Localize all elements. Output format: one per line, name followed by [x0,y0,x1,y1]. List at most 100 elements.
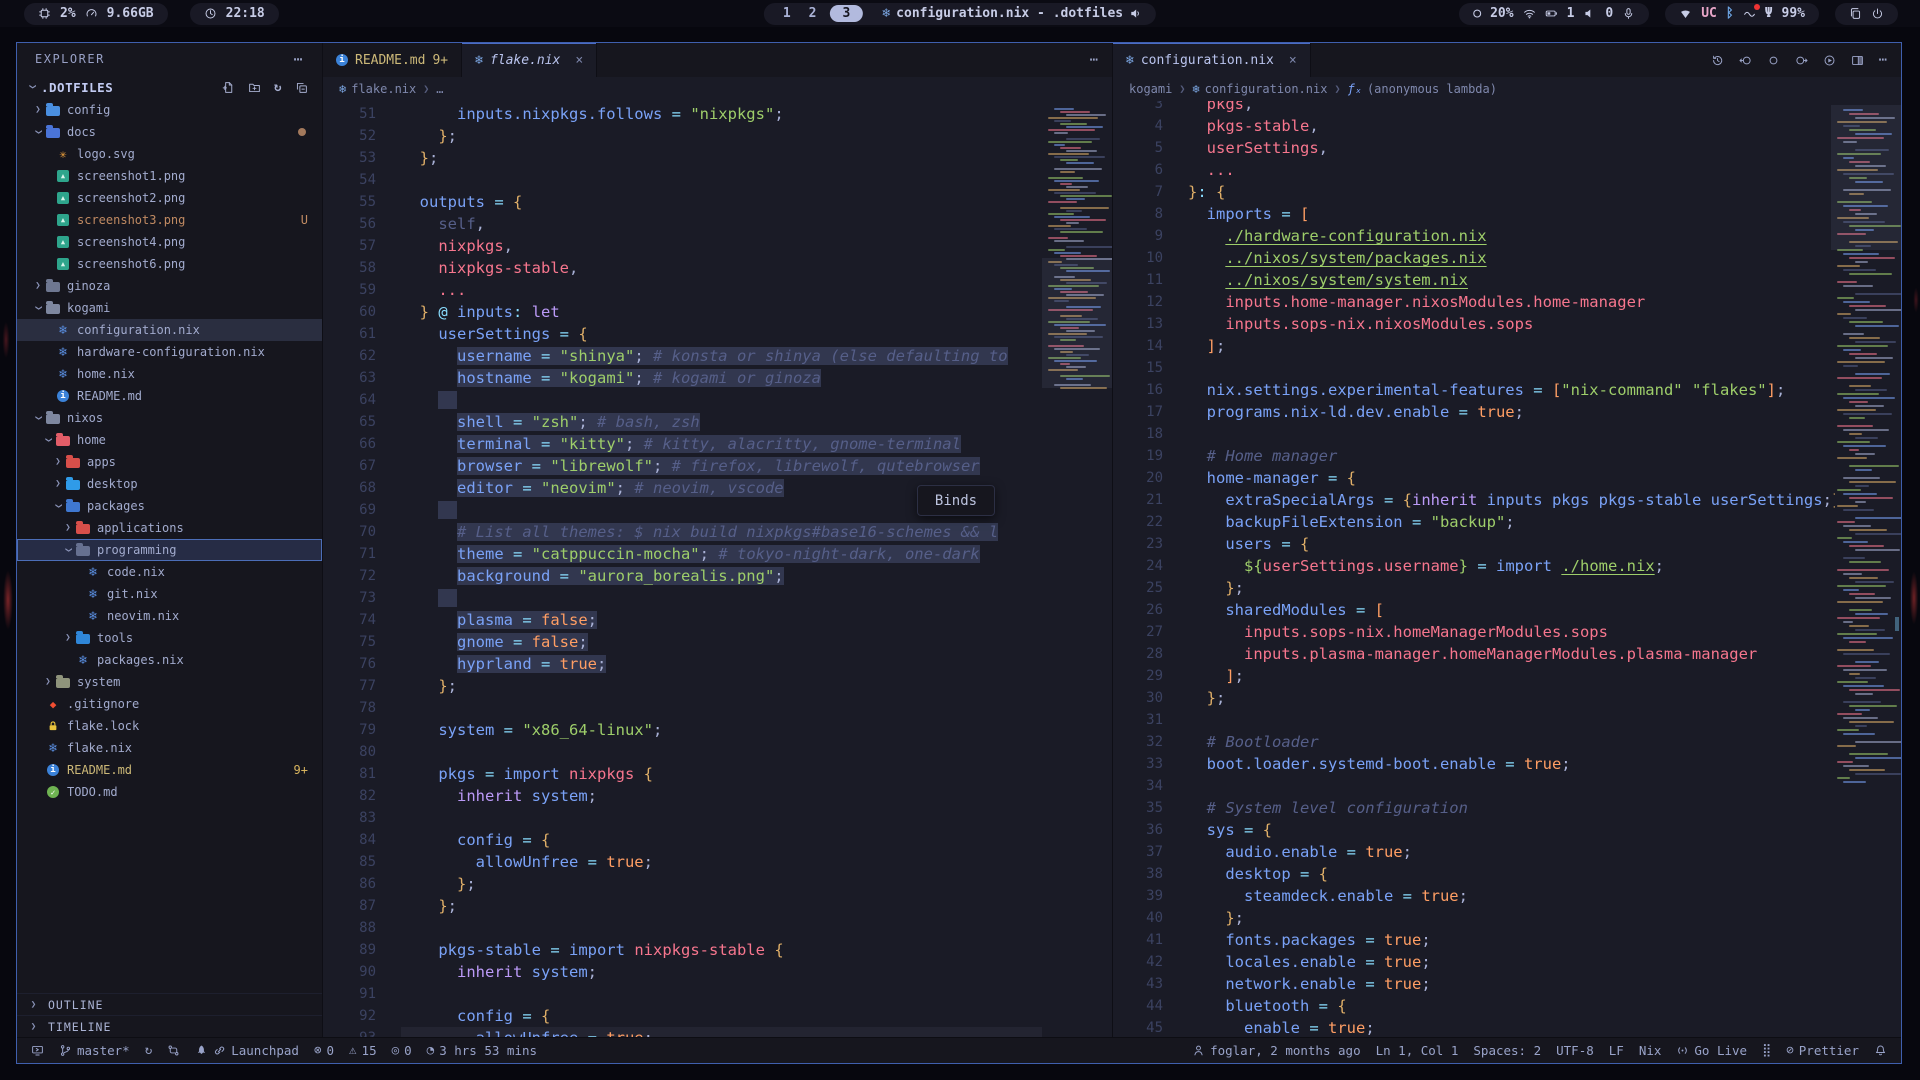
code-line-63[interactable]: hostname = "kogami"; # kogami or ginoza [401,367,1042,389]
status-ln-1[interactable]: Ln 1, Col 1 [1376,1043,1459,1058]
tree-item-ginoza[interactable]: ❯ginoza [17,275,322,297]
status-15[interactable]: ⚠15 [349,1043,377,1058]
speaker-icon[interactable] [1583,7,1596,20]
volume-icon[interactable] [1129,7,1142,20]
code-line-35[interactable]: # System level configuration [1188,797,1835,819]
tab-flake.nix[interactable]: ❄flake.nix× [462,43,597,77]
code-line-81[interactable]: pkgs = import nixpkgs { [401,763,1042,785]
minimap-slider[interactable] [1831,105,1901,250]
history-icon[interactable] [1711,54,1724,67]
code-line-77[interactable]: }; [401,675,1042,697]
code-line-65[interactable]: shell = "zsh"; # bash, zsh [401,411,1042,433]
code-line-6[interactable]: ... [1188,159,1835,181]
code-line-67[interactable]: browser = "librewolf"; # firefox, librew… [401,455,1042,477]
more-icon[interactable]: ⋯ [1090,53,1098,67]
close-icon[interactable]: × [1289,53,1297,68]
code-line-92[interactable]: config = { [401,1005,1042,1027]
code-line-83[interactable] [401,807,1042,829]
nav-back-icon[interactable] [1739,54,1752,67]
code-line-13[interactable]: inputs.sops-nix.nixosModules.sops [1188,313,1835,335]
code-line-60[interactable]: } @ inputs: let [401,301,1042,323]
code-line-40[interactable]: }; [1188,907,1835,929]
code-line-4[interactable]: pkgs-stable, [1188,115,1835,137]
breadcrumb-item[interactable]: … [436,82,443,96]
code-line-38[interactable]: desktop = { [1188,863,1835,885]
code-line-93[interactable]: allowUnfree = true; [401,1027,1042,1037]
tree-item-screenshot1.png[interactable]: ▲screenshot1.png [17,165,322,187]
tree-item-configuration.nix[interactable]: ❄configuration.nix [17,319,322,341]
tree-item-nixos[interactable]: ❯nixos [17,407,322,429]
new-folder-icon[interactable] [248,81,261,94]
code-line-34[interactable] [1188,775,1835,797]
tree-item-home.nix[interactable]: ❄home.nix [17,363,322,385]
panel-outline[interactable]: ❯OUTLINE [17,993,322,1015]
wifi-filled-icon[interactable] [1679,7,1692,20]
tree-item-packages.nix[interactable]: ❄packages.nix [17,649,322,671]
status-lf[interactable]: LF [1609,1043,1624,1058]
code-line-9[interactable]: ./hardware-configuration.nix [1188,225,1835,247]
code-line-59[interactable]: ... [401,279,1042,301]
split-editor-icon[interactable] [1851,54,1864,67]
code-line-14[interactable]: ]; [1188,335,1835,357]
code-line-28[interactable]: inputs.plasma-manager.homeManagerModules… [1188,643,1835,665]
code-line-30[interactable]: }; [1188,687,1835,709]
code-line-12[interactable]: inputs.home-manager.nixosModules.home-ma… [1188,291,1835,313]
close-icon[interactable]: × [575,53,583,68]
nav-forward-icon[interactable] [1795,54,1808,67]
tree-item-git.nix[interactable]: ❄git.nix [17,583,322,605]
code-line-43[interactable]: network.enable = true; [1188,973,1835,995]
code-lines[interactable]: pkgs, pkgs-stable, userSettings, ...}: {… [1188,101,1835,1037]
code-line-51[interactable]: inputs.nixpkgs.follows = "nixpkgs"; [401,103,1042,125]
tree-item-desktop[interactable]: ❯desktop [17,473,322,495]
code-line-39[interactable]: steamdeck.enable = true; [1188,885,1835,907]
microphone-icon[interactable] [1622,7,1635,20]
code-line-20[interactable]: home-manager = { [1188,467,1835,489]
tree-item-packages[interactable]: ❯packages [17,495,322,517]
workspace-2[interactable]: 2 [804,6,822,21]
code-line-37[interactable]: audio.enable = true; [1188,841,1835,863]
code-lines[interactable]: inputs.nixpkgs.follows = "nixpkgs"; }; }… [401,103,1042,1037]
tree-item-apps[interactable]: ❯apps [17,451,322,473]
status-remote[interactable] [31,1044,44,1057]
code-line-86[interactable]: }; [401,873,1042,895]
status-bell[interactable] [1874,1044,1887,1057]
workspace-1[interactable]: 1 [778,6,796,21]
status-grid[interactable]: ⣿ [1762,1044,1771,1057]
bluetooth-icon[interactable]: ᛒ [1726,7,1734,20]
code-line-68[interactable]: editor = "neovim"; # neovim, vscode [401,477,1042,499]
code-line-42[interactable]: locales.enable = true; [1188,951,1835,973]
status-foglar[interactable]: foglar, 2 months ago [1192,1043,1361,1058]
code-line-15[interactable] [1188,357,1835,379]
status-prettier[interactable]: ⊘Prettier [1786,1043,1859,1058]
workspace-3[interactable]: 3 [830,5,864,22]
code-line-45[interactable]: enable = true; [1188,1017,1835,1037]
code-line-41[interactable]: fonts.packages = true; [1188,929,1835,951]
code-line-5[interactable]: userSettings, [1188,137,1835,159]
tab-readme.md[interactable]: iREADME.md9+ [323,43,462,77]
wifi-icon[interactable] [1523,7,1536,20]
tree-item-screenshot2.png[interactable]: ▲screenshot2.png [17,187,322,209]
tree-item-screenshot3.png[interactable]: ▲screenshot3.pngU [17,209,322,231]
code-line-32[interactable]: # Bootloader [1188,731,1835,753]
tree-item-todo.md[interactable]: ✓TODO.md [17,781,322,803]
code-line-52[interactable]: }; [401,125,1042,147]
code-line-8[interactable]: imports = [ [1188,203,1835,225]
tree-item-screenshot4.png[interactable]: ▲screenshot4.png [17,231,322,253]
code-line-31[interactable] [1188,709,1835,731]
code-line-19[interactable]: # Home manager [1188,445,1835,467]
status-utf-8[interactable]: UTF-8 [1556,1043,1594,1058]
new-file-icon[interactable] [222,81,235,94]
code-line-18[interactable] [1188,423,1835,445]
code-line-71[interactable]: theme = "catppuccin-mocha"; # tokyo-nigh… [401,543,1042,565]
status-spaces-2[interactable]: Spaces: 2 [1473,1043,1541,1058]
tree-item-logo.svg[interactable]: ✳logo.svg [17,143,322,165]
status-3-hrs-53-mins[interactable]: ◔3 hrs 53 mins [427,1043,537,1058]
code-line-22[interactable]: backupFileExtension = "backup"; [1188,511,1835,533]
code-line-72[interactable]: background = "aurora_borealis.png"; [401,565,1042,587]
code-line-88[interactable] [401,917,1042,939]
tree-item-neovim.nix[interactable]: ❄neovim.nix [17,605,322,627]
refresh-icon[interactable]: ↻ [274,81,282,94]
code-line-27[interactable]: inputs.sops-nix.homeManagerModules.sops [1188,621,1835,643]
code-line-29[interactable]: ]; [1188,665,1835,687]
collapse-all-icon[interactable] [295,81,308,94]
